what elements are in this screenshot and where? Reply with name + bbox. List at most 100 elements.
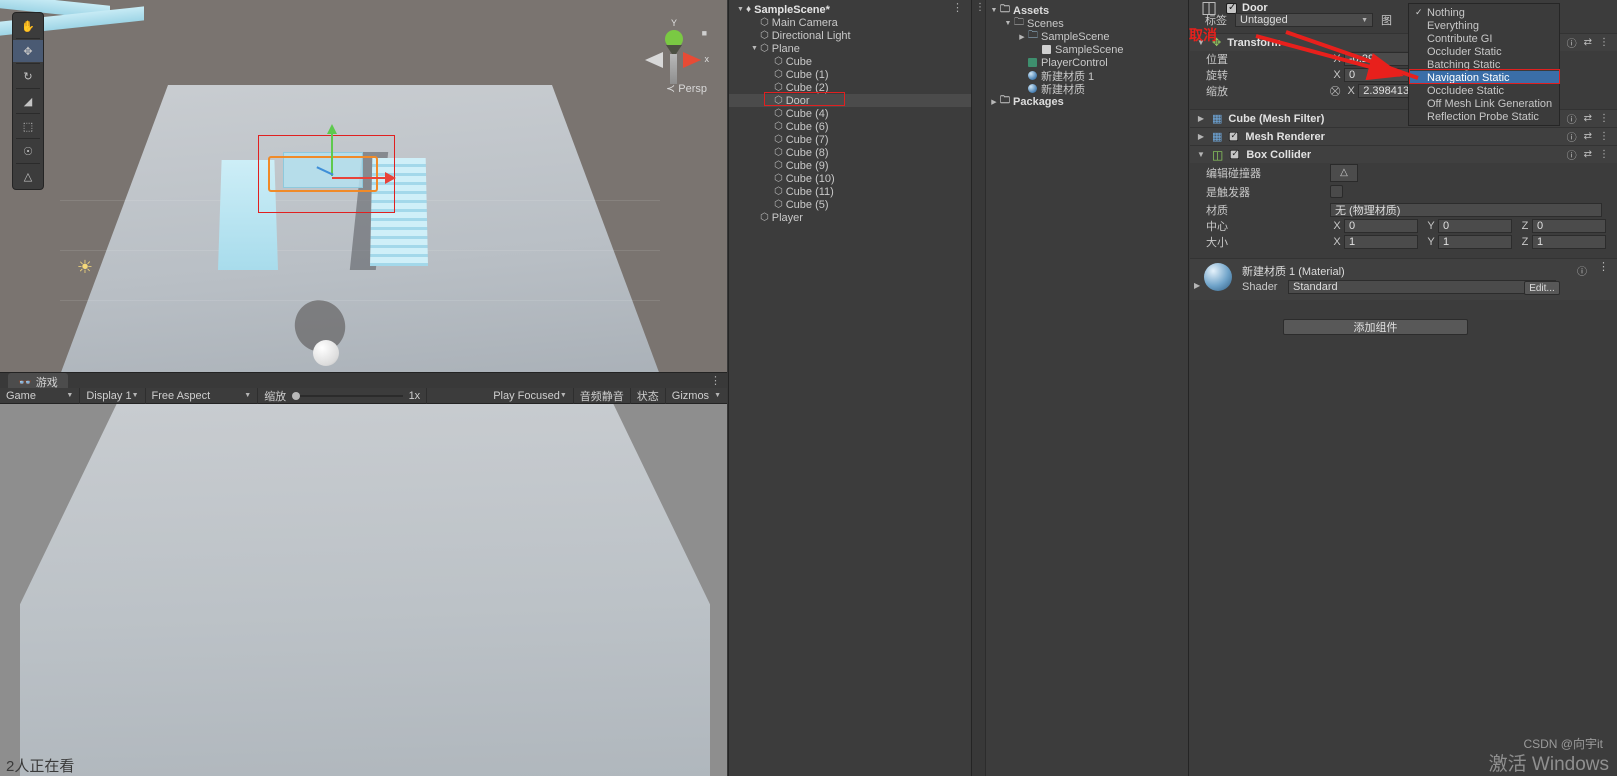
rotate-tool-icon[interactable]: ↻ [13, 65, 43, 87]
gizmo-axis-x[interactable] [332, 177, 386, 179]
center-y-field[interactable]: 0 [1438, 219, 1512, 233]
hierarchy-item-door[interactable]: ⬡ Door [729, 94, 971, 107]
hierarchy-item-plane[interactable]: ▼ ⬡ Plane [729, 42, 971, 55]
hierarchy-item-cube-1[interactable]: ⬡ Cube (1) [729, 68, 971, 81]
panel-menu-kebab-icon[interactable]: ⋮ [710, 376, 721, 387]
hierarchy-item-cube-4[interactable]: ⬡ Cube (4) [729, 107, 971, 120]
chevron-right-icon[interactable]: ▶ [1196, 114, 1206, 123]
help-icon[interactable]: ⓘ [1577, 263, 1587, 278]
transform-tool-icon[interactable]: ☉ [13, 140, 43, 162]
hierarchy-item-cube-11[interactable]: ⬡ Cube (11) [729, 185, 971, 198]
chevron-down-icon[interactable]: ▼ [988, 7, 1000, 14]
edit-collider-button[interactable]: △ [1330, 163, 1358, 182]
project-item-samplescene[interactable]: SampleScene [972, 43, 1188, 56]
transform-position-x-field[interactable]: -0.29 [1344, 52, 1416, 66]
game-view[interactable]: 2人正在看 [0, 404, 727, 776]
physic-material-field[interactable]: 无 (物理材质) [1330, 202, 1602, 217]
static-menu-item-occludee-static[interactable]: Occludee Static [1409, 84, 1559, 97]
preset-icon[interactable]: ⇄ [1584, 37, 1592, 48]
gizmo-x-handle[interactable] [683, 52, 701, 68]
hierarchy-item-main-camera[interactable]: ⬡ Main Camera [729, 16, 971, 29]
static-menu-item-reflection-probe-static[interactable]: Reflection Probe Static [1409, 110, 1559, 123]
center-x-field[interactable]: 0 [1344, 219, 1418, 233]
hierarchy-item-player[interactable]: ⬡ Player [729, 211, 971, 224]
game-view-toolbar[interactable]: Game ▼ Display 1 ▼ Free Aspect ▼ 缩放 1x P… [0, 387, 727, 404]
gizmo-axis-y[interactable] [331, 130, 333, 176]
preset-icon[interactable]: ⇄ [1584, 131, 1592, 142]
tag-dropdown[interactable]: Untagged ▼ [1235, 13, 1373, 27]
gizmos-toggle[interactable]: Gizmos ▼ [666, 388, 727, 404]
chevron-down-icon[interactable]: ▼ [1002, 20, 1014, 27]
constrain-proportions-icon[interactable]: ⛒ [1330, 86, 1340, 97]
size-x-field[interactable]: 1 [1344, 235, 1418, 249]
stats-toggle[interactable]: 状态 [631, 387, 666, 404]
material-edit-button[interactable]: Edit... [1524, 281, 1560, 295]
project-item-assets[interactable]: ▼ 🗀 Assets [972, 4, 1188, 17]
preset-icon[interactable]: ⇄ [1584, 113, 1592, 124]
size-y-field[interactable]: 1 [1438, 235, 1512, 249]
static-menu-item-off-mesh-link-generation[interactable]: Off Mesh Link Generation [1409, 97, 1559, 110]
is-trigger-checkbox[interactable] [1330, 185, 1343, 198]
static-menu-item-navigation-static[interactable]: Navigation Static [1409, 71, 1559, 84]
static-menu-item-contribute-gi[interactable]: Contribute GI [1409, 32, 1559, 45]
transform-rotation-x-field[interactable]: 0 [1344, 68, 1416, 82]
hand-tool-icon[interactable]: ✋ [13, 15, 43, 37]
help-icon[interactable]: ⓘ [1567, 111, 1577, 126]
chevron-right-icon[interactable]: ▶ [1016, 33, 1028, 41]
static-menu-item-occluder-static[interactable]: Occluder Static [1409, 45, 1559, 58]
chevron-down-icon[interactable]: ▼ [1196, 150, 1206, 159]
hierarchy-item-cube-7[interactable]: ⬡ Cube (7) [729, 133, 971, 146]
gizmo-z-handle[interactable] [645, 52, 663, 68]
project-item-samplescene[interactable]: ▶ 🗀 SampleScene [972, 30, 1188, 43]
mesh-renderer-enabled-checkbox[interactable] [1229, 131, 1239, 142]
chevron-down-icon[interactable]: ▼ [749, 45, 760, 52]
mesh-renderer-header[interactable]: ▶ ▦ Mesh Renderer ⓘ ⇄ ⋮ [1190, 127, 1617, 145]
scene-view[interactable]: ☀ ✋ ✥ ↻ ◢ ⬚ ☉ △ ■ Y x ≺ Persp [0, 0, 727, 372]
chevron-right-icon[interactable]: ▶ [988, 98, 1000, 106]
project-panel[interactable]: ⋮ ▼ 🗀 Assets ▼ 🗀 Scenes ▶ 🗀 SampleScene SampleSce… [971, 0, 1188, 776]
add-component-button[interactable]: 添加组件 [1283, 319, 1468, 335]
game-view-selector[interactable]: Game ▼ [0, 387, 81, 404]
static-menu-item-batching-static[interactable]: Batching Static [1409, 58, 1559, 71]
chevron-right-icon[interactable]: ▶ [1196, 132, 1206, 141]
chevron-right-icon[interactable]: ▶ [1194, 281, 1200, 290]
zoom-slider[interactable] [292, 391, 403, 400]
preset-icon[interactable]: ⇄ [1584, 149, 1592, 160]
scale-tool-icon[interactable]: ◢ [13, 90, 43, 112]
hierarchy-item-directional-light[interactable]: ⬡ Directional Light [729, 29, 971, 42]
hierarchy-item-cube-6[interactable]: ⬡ Cube (6) [729, 120, 971, 133]
component-kebab-icon[interactable]: ⋮ [1598, 262, 1609, 273]
gizmo-axis-y-arrow[interactable] [327, 124, 337, 134]
help-icon[interactable]: ⓘ [1567, 35, 1577, 50]
zoom-scale-control[interactable]: 缩放 1x [258, 387, 428, 404]
hierarchy-menu-kebab-icon[interactable]: ⋮ [952, 3, 963, 14]
static-menu-item-everything[interactable]: Everything [1409, 19, 1559, 32]
display-selector[interactable]: Display 1 ▼ [80, 387, 146, 404]
help-icon[interactable]: ⓘ [1567, 147, 1577, 162]
component-kebab-icon[interactable]: ⋮ [1599, 113, 1609, 124]
hierarchy-item-cube-2[interactable]: ⬡ Cube (2) [729, 81, 971, 94]
move-tool-icon[interactable]: ✥ [13, 40, 43, 62]
custom-tool-icon[interactable]: △ [13, 165, 43, 187]
component-kebab-icon[interactable]: ⋮ [1599, 37, 1609, 48]
hierarchy-scene-root[interactable]: ▼ ♦ SampleScene* [729, 3, 971, 16]
gizmo-axis-x-arrow[interactable] [385, 172, 396, 184]
shader-dropdown[interactable]: Standard ▼ [1288, 280, 1556, 294]
project-item-packages[interactable]: ▶ 🗀 Packages [972, 95, 1188, 108]
hierarchy-item-cube-5[interactable]: ⬡ Cube (5) [729, 198, 971, 211]
box-collider-header[interactable]: ▼ ◫ Box Collider ⓘ ⇄ ⋮ [1190, 145, 1617, 163]
hierarchy-panel[interactable]: ⋮ ▼ ♦ SampleScene* ⬡ Main Camera ⬡ Directio… [728, 0, 971, 776]
chevron-down-icon[interactable]: ▼ [1196, 38, 1206, 47]
size-z-field[interactable]: 1 [1532, 235, 1606, 249]
play-mode-selector[interactable]: Play Focused ▼ [487, 387, 574, 404]
component-kebab-icon[interactable]: ⋮ [1599, 131, 1609, 142]
perspective-label[interactable]: ≺ Persp [666, 82, 707, 95]
hierarchy-item-cube-9[interactable]: ⬡ Cube (9) [729, 159, 971, 172]
mute-audio-toggle[interactable]: 音频静音 [574, 387, 631, 404]
help-icon[interactable]: ⓘ [1567, 129, 1577, 144]
component-kebab-icon[interactable]: ⋮ [1599, 149, 1609, 160]
hierarchy-item-cube[interactable]: ⬡ Cube [729, 55, 971, 68]
hierarchy-item-cube-8[interactable]: ⬡ Cube (8) [729, 146, 971, 159]
zoom-slider-knob[interactable] [292, 391, 301, 400]
chevron-down-icon[interactable]: ▼ [735, 6, 746, 13]
